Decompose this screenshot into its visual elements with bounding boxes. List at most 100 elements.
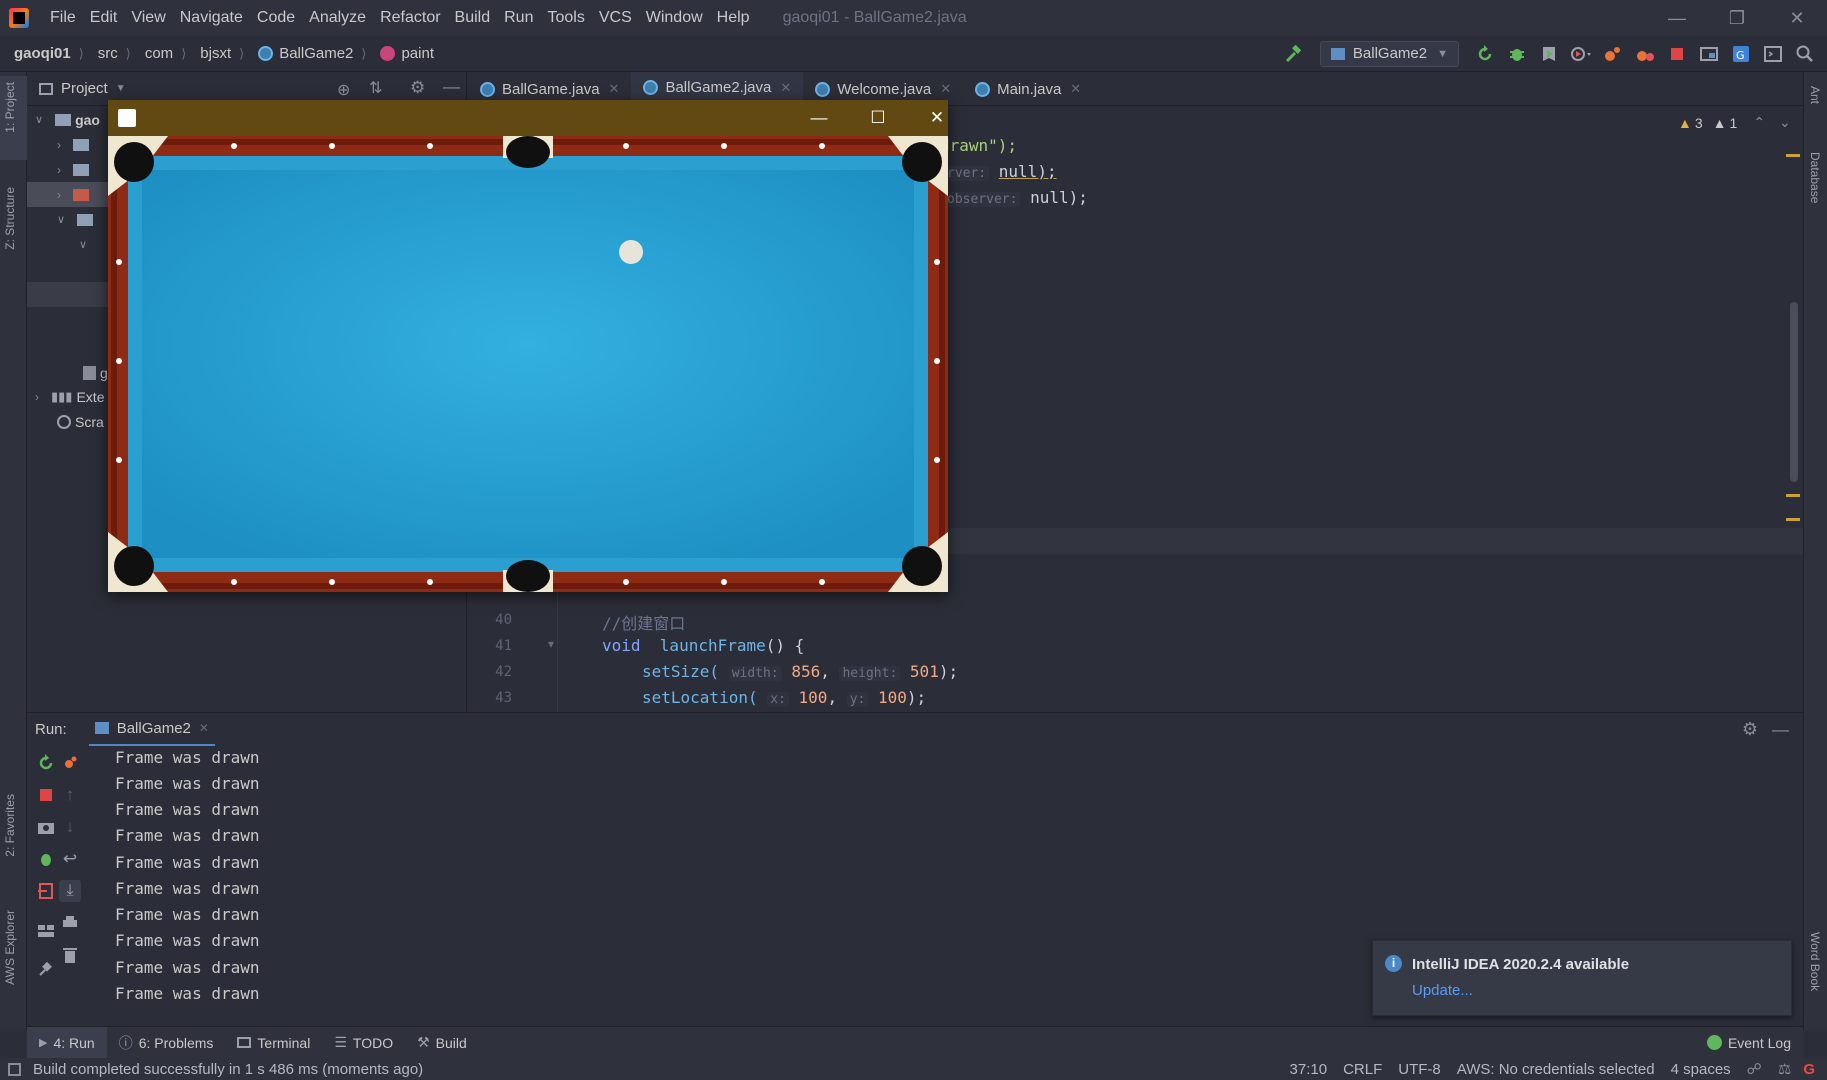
tool-tab-problems[interactable]: ⓘ 6: Problems: [107, 1027, 226, 1059]
status-message[interactable]: Build completed successfully in 1 s 486 …: [33, 1061, 423, 1078]
gear-icon[interactable]: ⚙: [1742, 719, 1758, 740]
menu-run[interactable]: Run: [497, 0, 540, 36]
chevron-down-icon[interactable]: ▼: [116, 83, 126, 94]
hide-panel-icon[interactable]: —: [443, 77, 460, 97]
build-hammer-icon[interactable]: [1282, 42, 1306, 66]
file-encoding[interactable]: UTF-8: [1398, 1061, 1441, 1078]
tool-tab-terminal[interactable]: Terminal: [225, 1027, 322, 1059]
tool-tab-favorites[interactable]: 2: Favorites: [3, 794, 17, 857]
notification-update-link[interactable]: Update...: [1412, 982, 1473, 999]
breadcrumb-method[interactable]: paint: [380, 45, 434, 62]
update-running-app-icon[interactable]: [1601, 42, 1625, 66]
menu-file[interactable]: File: [43, 0, 83, 36]
breadcrumb-src[interactable]: src: [98, 45, 118, 62]
lock-icon[interactable]: ☍: [1747, 1060, 1762, 1078]
run-tab[interactable]: BallGame2 ✕: [88, 713, 215, 747]
error-stripe-marker[interactable]: [1786, 494, 1800, 497]
menu-navigate[interactable]: Navigate: [173, 0, 250, 36]
exit-icon[interactable]: [35, 880, 57, 902]
breadcrumb-class[interactable]: BallGame2: [258, 45, 353, 62]
search-icon[interactable]: [1793, 42, 1817, 66]
debug-bug-icon[interactable]: [1505, 42, 1529, 66]
breadcrumb-com[interactable]: com: [145, 45, 173, 62]
minimize-button[interactable]: —: [1647, 0, 1707, 36]
gear-icon[interactable]: ⚙: [410, 78, 425, 98]
editor-scrollbar[interactable]: [1790, 302, 1798, 482]
editor-tab[interactable]: Main.java ✕: [963, 72, 1093, 106]
project-structure-icon[interactable]: [1697, 42, 1721, 66]
event-log-button[interactable]: Event Log: [1695, 1027, 1803, 1059]
update-notification[interactable]: i IntelliJ IDEA 2020.2.4 available Updat…: [1372, 940, 1792, 1016]
profile-icon[interactable]: [1569, 42, 1593, 66]
coverage-icon[interactable]: [1537, 42, 1561, 66]
layout-icon[interactable]: [35, 920, 57, 942]
terminal-window-icon[interactable]: [1761, 42, 1785, 66]
error-stripe-marker[interactable]: [1786, 518, 1800, 521]
chevron-down-icon[interactable]: ⌄: [1779, 114, 1791, 131]
indent-setting[interactable]: 4 spaces: [1671, 1061, 1731, 1078]
menu-analyze[interactable]: Analyze: [302, 0, 373, 36]
chevron-up-icon[interactable]: ⌃: [1753, 114, 1765, 131]
tool-tab-database[interactable]: Database: [1808, 152, 1822, 203]
caret-position[interactable]: 37:10: [1290, 1061, 1328, 1078]
menu-view[interactable]: View: [124, 0, 172, 36]
stop-icon[interactable]: [35, 784, 57, 806]
menu-window[interactable]: Window: [639, 0, 710, 36]
menu-help[interactable]: Help: [710, 0, 757, 36]
game-close-button[interactable]: ✕: [908, 100, 966, 136]
tool-tab-project[interactable]: 1: Project: [3, 82, 17, 133]
error-stripe-marker[interactable]: [1786, 154, 1800, 157]
hide-panel-icon[interactable]: —: [1772, 720, 1789, 740]
tree-node-root[interactable]: ∨ gao: [35, 107, 100, 132]
tree-node[interactable]: ›: [57, 157, 89, 182]
stop-icon[interactable]: [1665, 42, 1689, 66]
tool-tab-aws-explorer[interactable]: AWS Explorer: [3, 910, 17, 985]
tree-node[interactable]: ∨: [79, 232, 99, 257]
tool-tab-build[interactable]: ⚒ Build: [405, 1027, 479, 1059]
close-icon[interactable]: ✕: [780, 80, 791, 96]
breadcrumb-bjsxt[interactable]: bjsxt: [200, 45, 231, 62]
tree-node-scratches[interactable]: Scra: [57, 409, 104, 434]
menu-edit[interactable]: Edit: [83, 0, 125, 36]
game-minimize-button[interactable]: —: [790, 100, 848, 136]
tool-tab-run[interactable]: ▶ 4: Run: [27, 1026, 107, 1059]
tool-tab-ant[interactable]: Ant: [1808, 86, 1822, 104]
breadcrumb-project[interactable]: gaoqi01: [14, 45, 71, 62]
restore-button[interactable]: ❐: [1707, 0, 1767, 36]
arrow-up-icon[interactable]: ↑: [59, 784, 81, 806]
close-icon[interactable]: ✕: [1070, 81, 1081, 97]
tree-node-external-libraries[interactable]: › ▮▮▮ Exte: [35, 384, 104, 409]
pin-icon[interactable]: [35, 958, 57, 980]
menu-vcs[interactable]: VCS: [592, 0, 639, 36]
game-maximize-button[interactable]: ☐: [849, 100, 907, 136]
soft-wrap-icon[interactable]: ↩: [59, 848, 81, 870]
scroll-to-end-icon[interactable]: ⤓: [59, 880, 81, 902]
menu-build[interactable]: Build: [448, 0, 498, 36]
run-config-dropdown[interactable]: BallGame2 ▼: [1319, 40, 1459, 67]
translate-icon[interactable]: G: [1729, 42, 1753, 66]
line-separator[interactable]: CRLF: [1343, 1061, 1382, 1078]
menu-tools[interactable]: Tools: [540, 0, 591, 36]
menu-refactor[interactable]: Refactor: [373, 0, 447, 36]
tool-tab-word-book[interactable]: Word Book: [1808, 932, 1822, 991]
close-icon[interactable]: ✕: [199, 721, 209, 735]
tool-tab-structure[interactable]: Z: Structure: [3, 187, 17, 250]
rerun-icon[interactable]: [1473, 42, 1497, 66]
menu-code[interactable]: Code: [250, 0, 302, 36]
project-panel-title[interactable]: Project: [61, 80, 108, 97]
camera-icon[interactable]: [35, 816, 57, 838]
fold-marker-icon[interactable]: ▾: [548, 637, 554, 651]
aws-credentials[interactable]: AWS: No credentials selected: [1457, 1061, 1655, 1078]
tree-node[interactable]: ∨: [57, 207, 94, 232]
arrow-down-icon[interactable]: ↓: [59, 816, 81, 838]
restore-layout-icon[interactable]: [59, 752, 81, 774]
print-icon[interactable]: [59, 912, 81, 934]
debug-bug-icon[interactable]: [35, 848, 57, 870]
inspection-widget[interactable]: ▲ 3 ▲ 1 ⌃ ⌄: [1678, 114, 1791, 131]
trash-icon[interactable]: [59, 944, 81, 966]
google-icon[interactable]: G: [1803, 1061, 1815, 1078]
close-icon[interactable]: ✕: [609, 81, 620, 97]
tool-tab-todo[interactable]: ☰ TODO: [322, 1027, 405, 1059]
status-panel-toggle-icon[interactable]: [8, 1062, 21, 1076]
close-icon[interactable]: ✕: [940, 81, 951, 97]
